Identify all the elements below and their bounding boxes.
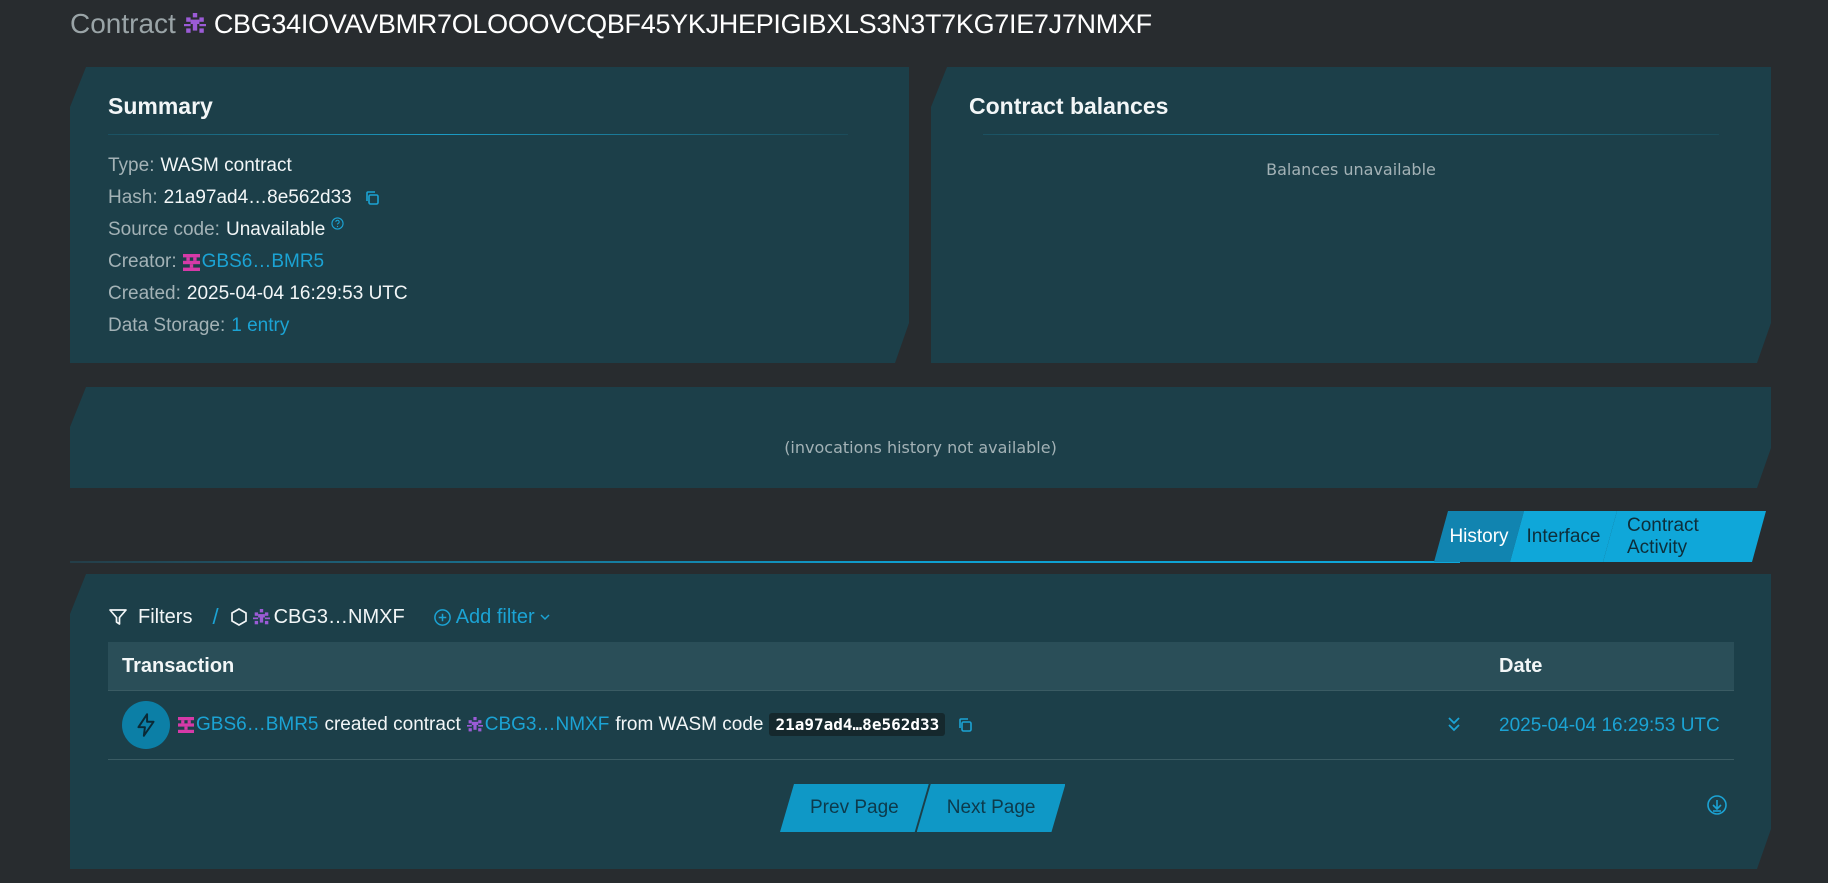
next-page-button[interactable]: Next Page: [917, 784, 1066, 832]
page-title: Contract CBG34IOVAVBMR7OLOOOVCQBF45YKJHE…: [70, 6, 1152, 42]
summary-title: Summary: [108, 93, 213, 119]
filters-bar: Filters / CBG3…NMXF Add filter: [108, 601, 551, 633]
tabs-divider: [70, 561, 1460, 563]
tx-code-hash: 21a97ad4…8e562d33: [769, 713, 945, 736]
contract-address: CBG34IOVAVBMR7OLOOOVCQBF45YKJHEPIGIBXLS3…: [213, 8, 1152, 39]
col-date: Date: [1499, 655, 1543, 677]
hash-label: Hash:: [108, 187, 158, 208]
created-label: Created:: [108, 283, 181, 304]
invocations-empty-note: (invocations history not available): [784, 438, 1057, 457]
tab-history[interactable]: History: [1434, 511, 1524, 562]
tab-interface[interactable]: Interface: [1510, 511, 1617, 562]
storage-link[interactable]: 1 entry: [231, 315, 289, 337]
filters-label: Filters: [138, 605, 193, 628]
table-row: GBS6…BMR5 created contract CBG3…NMXF fro…: [108, 690, 1734, 760]
lightning-icon: [122, 701, 170, 749]
filter-icon: [108, 607, 128, 627]
type-value: WASM contract: [160, 155, 292, 176]
hash-value: 21a97ad4…8e562d33: [163, 187, 352, 208]
summary-created: Created: 2025-04-04 16:29:53 UTC: [108, 278, 408, 310]
summary-list: Type: WASM contract Hash: 21a97ad4…8e562…: [108, 150, 408, 342]
add-filter-button[interactable]: Add filter: [433, 606, 551, 629]
hexagon-icon: [229, 607, 249, 627]
table-header: Transaction Date: [108, 642, 1734, 690]
storage-label: Data Storage:: [108, 315, 226, 336]
tx-action: created contract: [324, 713, 461, 735]
creator-label: Creator:: [108, 251, 177, 272]
prev-page-button[interactable]: Prev Page: [780, 784, 929, 832]
creator-avatar-icon: [178, 717, 194, 733]
balances-panel: Contract balances Balances unavailable: [931, 67, 1771, 363]
summary-panel: Summary Type: WASM contract Hash: 21a97a…: [70, 67, 909, 363]
balances-empty-note: Balances unavailable: [1266, 160, 1436, 179]
summary-data-storage: Data Storage: 1 entry: [108, 310, 408, 342]
source-value: Unavailable: [225, 219, 326, 240]
tx-source-link[interactable]: GBS6…BMR5: [196, 714, 318, 736]
summary-type: Type: WASM contract: [108, 150, 408, 182]
col-transaction: Transaction: [122, 655, 235, 677]
contract-avatar-icon: [253, 609, 270, 626]
transaction-description: GBS6…BMR5 created contract CBG3…NMXF fro…: [178, 713, 973, 736]
source-label: Source code:: [108, 219, 220, 240]
tx-contract-link[interactable]: CBG3…NMXF: [485, 714, 610, 736]
download-icon[interactable]: [1706, 794, 1728, 816]
active-filter-value: CBG3…NMXF: [273, 605, 405, 628]
creator-link[interactable]: GBS6…BMR5: [183, 251, 324, 273]
page-title-label: Contract: [70, 8, 176, 39]
creator-value[interactable]: GBS6…BMR5: [202, 251, 324, 273]
balances-divider: [983, 134, 1719, 135]
contract-avatar-icon: [467, 717, 483, 733]
balances-title: Contract balances: [969, 93, 1169, 119]
summary-hash: Hash: 21a97ad4…8e562d33: [108, 182, 408, 214]
creator-avatar-icon: [183, 254, 200, 271]
filters-separator: /: [212, 604, 219, 629]
expand-double-chevron-icon[interactable]: [1446, 715, 1462, 733]
summary-divider: [108, 134, 848, 135]
help-icon[interactable]: [331, 217, 344, 230]
chevron-down-icon: [539, 611, 551, 623]
tab-contract-activity[interactable]: Contract Activity: [1603, 511, 1766, 562]
plus-circle-icon: [433, 608, 452, 627]
created-value: 2025-04-04 16:29:53 UTC: [186, 283, 408, 304]
contract-avatar-icon: [183, 13, 206, 33]
pagination: Prev Page Next Page: [780, 784, 1065, 832]
summary-source-code: Source code: Unavailable: [108, 214, 408, 246]
active-filter-chip[interactable]: CBG3…NMXF: [229, 606, 405, 629]
summary-creator: Creator: GBS6…BMR5: [108, 246, 408, 278]
invocations-panel: (invocations history not available): [70, 387, 1771, 488]
add-filter-label: Add filter: [455, 605, 535, 628]
tab-bar: History Interface Contract Activity: [1434, 511, 1766, 562]
type-label: Type:: [108, 155, 155, 176]
history-panel: Filters / CBG3…NMXF Add filter Transacti…: [70, 574, 1771, 869]
copy-icon[interactable]: [957, 717, 973, 733]
tx-from-text: from WASM code: [615, 713, 764, 735]
copy-icon[interactable]: [364, 190, 380, 206]
tx-date-link[interactable]: 2025-04-04 16:29:53 UTC: [1499, 715, 1720, 737]
